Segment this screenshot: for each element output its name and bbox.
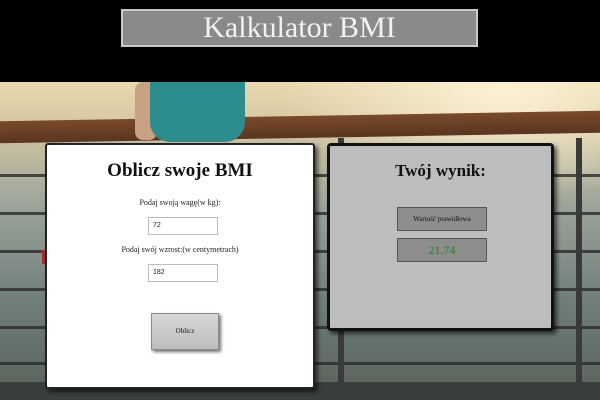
- bmi-status-box: Wartość prawidłowa: [397, 207, 487, 231]
- height-input[interactable]: 182: [148, 264, 218, 282]
- result-heading: Twój wynik:: [395, 161, 486, 180]
- app-title: Kalkulator BMI: [121, 9, 478, 47]
- form-heading: Oblicz swoje BMI: [107, 160, 253, 181]
- bmi-form-panel: Oblicz swoje BMI Podaj swoją wagę(w kg):…: [45, 143, 315, 389]
- height-label: Podaj swój wzrost:(w centymetrach): [121, 245, 239, 254]
- weight-label: Podaj swoją wagę(w kg):: [139, 198, 221, 207]
- result-panel: Twój wynik: Wartość prawidłowa 21.74: [327, 143, 554, 331]
- bmi-value-box: 21.74: [397, 238, 487, 262]
- header-bar: Kalkulator BMI: [0, 0, 600, 82]
- weight-input[interactable]: 72: [148, 217, 218, 235]
- calculate-button[interactable]: Oblicz: [151, 313, 219, 350]
